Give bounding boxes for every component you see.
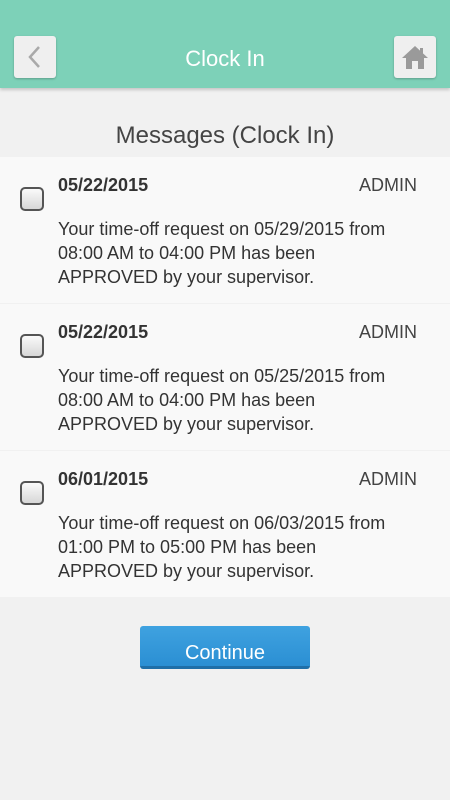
message-checkbox[interactable] (20, 481, 44, 505)
message-card: 06/01/2015 ADMIN Your time-off request o… (0, 451, 450, 597)
continue-button[interactable]: Continue (140, 626, 310, 669)
message-sender: ADMIN (359, 469, 417, 489)
section-title: Messages (Clock In) (115, 122, 335, 149)
message-text: Your time-off request on 05/25/2015 from… (58, 366, 386, 434)
message-checkbox[interactable] (20, 334, 44, 358)
message-card: 05/22/2015 ADMIN Your time-off request o… (0, 157, 450, 303)
header-bar: Clock In (0, 0, 450, 88)
page-title: Clock In (185, 46, 265, 71)
message-checkbox[interactable] (20, 187, 44, 211)
message-date: 06/01/2015 (58, 469, 149, 489)
home-icon (402, 46, 428, 69)
message-card: 05/22/2015 ADMIN Your time-off request o… (0, 304, 450, 450)
home-button[interactable] (394, 36, 436, 78)
message-date: 05/22/2015 (58, 175, 149, 195)
message-date: 05/22/2015 (58, 322, 149, 342)
message-sender: ADMIN (359, 322, 417, 342)
message-text: Your time-off request on 06/03/2015 from… (58, 513, 386, 581)
message-sender: ADMIN (359, 175, 417, 195)
message-text: Your time-off request on 05/29/2015 from… (58, 219, 386, 287)
app-screen: Clock In Messages (Clock In) 05/22/2015 … (0, 0, 450, 800)
